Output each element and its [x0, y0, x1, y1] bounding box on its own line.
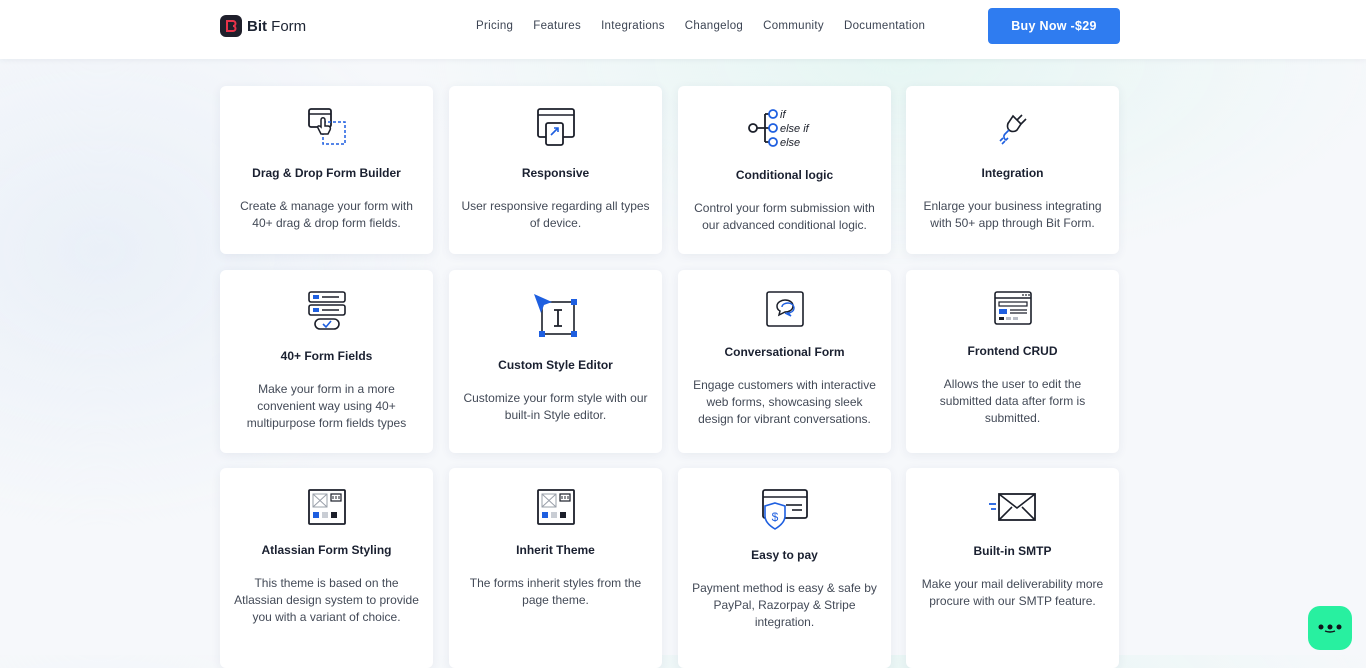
- svg-text:$: $: [771, 510, 778, 524]
- feature-description: This theme is based on the Atlassian des…: [234, 576, 419, 624]
- feature-description: User responsive regarding all types of d…: [461, 199, 650, 230]
- nav-features[interactable]: Features: [533, 20, 581, 32]
- form-fields-icon: [220, 290, 433, 332]
- feature-description: Customize your form style with our built…: [463, 391, 648, 422]
- envelope-icon: [906, 490, 1119, 526]
- feature-description: Payment method is easy & safe by PayPal,…: [692, 581, 877, 629]
- feature-card-conditional-logic: if else if else Conditional logic Contro…: [678, 86, 891, 254]
- feature-title: Conditional logic: [735, 168, 834, 182]
- feature-title: Built-in SMTP: [973, 544, 1052, 558]
- nav-changelog[interactable]: Changelog: [685, 20, 743, 32]
- feature-title: Frontend CRUD: [967, 344, 1058, 358]
- feature-title: Custom Style Editor: [498, 358, 613, 372]
- theme-window-icon: [449, 488, 662, 526]
- style-editor-icon: [449, 292, 662, 340]
- feature-title: Inherit Theme: [516, 543, 595, 557]
- feature-card-easy-pay: $ Easy to pay Payment method is easy & s…: [678, 468, 891, 668]
- buy-now-button[interactable]: Buy Now -$29: [988, 8, 1120, 44]
- feature-title: Atlassian Form Styling: [261, 543, 392, 557]
- crud-window-icon: [906, 290, 1119, 328]
- chat-dots-icon: [1318, 624, 1342, 633]
- feature-card-form-fields: 40+ Form Fields Make your form in a more…: [220, 270, 433, 453]
- nav-integrations[interactable]: Integrations: [601, 20, 665, 32]
- feature-description: The forms inherit styles from the page t…: [469, 576, 642, 607]
- feature-title: Drag & Drop Form Builder: [252, 166, 401, 180]
- theme-window-icon: [220, 488, 433, 526]
- feature-card-inherit-theme: Inherit Theme The forms inherit styles f…: [449, 468, 662, 668]
- logo-text: Bit Form: [247, 17, 307, 35]
- nav-documentation[interactable]: Documentation: [844, 20, 925, 32]
- feature-card-frontend-crud: Frontend CRUD Allows the user to edit th…: [906, 270, 1119, 453]
- plug-icon: [906, 108, 1119, 148]
- feature-description: Make your form in a more convenient way …: [246, 382, 407, 430]
- chat-bubble-icon: [678, 290, 891, 330]
- feature-card-drag-drop: Drag & Drop Form Builder Create & manage…: [220, 86, 433, 254]
- feature-card-style-editor: Custom Style Editor Customize your form …: [449, 270, 662, 453]
- if-label: if: [780, 109, 786, 121]
- nav-community[interactable]: Community: [763, 20, 824, 32]
- bitform-logo-icon: [220, 15, 242, 37]
- site-header: Bit Form Pricing Features Integrations C…: [0, 0, 1366, 59]
- responsive-icon: [449, 106, 662, 148]
- feature-title: 40+ Form Fields: [280, 349, 373, 363]
- feature-card-integration: Integration Enlarge your business integr…: [906, 86, 1119, 254]
- feature-card-atlassian: Atlassian Form Styling This theme is bas…: [220, 468, 433, 668]
- feature-card-conversational: Conversational Form Engage customers wit…: [678, 270, 891, 453]
- feature-description: Make your mail deliverability more procu…: [921, 577, 1104, 608]
- payment-card-icon: $: [678, 488, 891, 532]
- nav-pricing[interactable]: Pricing: [476, 20, 513, 32]
- else-label: else: [780, 137, 800, 149]
- feature-description: Allows the user to edit the submitted da…: [939, 377, 1086, 425]
- feature-card-smtp: Built-in SMTP Make your mail deliverabil…: [906, 468, 1119, 668]
- bitform-logo[interactable]: Bit Form: [220, 15, 306, 37]
- drag-drop-icon: [220, 106, 433, 148]
- feature-description: Enlarge your business integrating with 5…: [923, 199, 1102, 230]
- feature-description: Engage customers with interactive web fo…: [693, 378, 876, 426]
- feature-title: Easy to pay: [751, 548, 818, 562]
- else-if-label: else if: [780, 123, 810, 135]
- feature-title: Integration: [981, 166, 1044, 180]
- main-nav: Pricing Features Integrations Changelog …: [476, 20, 945, 32]
- feature-description: Control your form submission with our ad…: [694, 201, 875, 232]
- feature-card-responsive: Responsive User responsive regarding all…: [449, 86, 662, 254]
- feature-title: Responsive: [521, 166, 590, 180]
- feature-title: Conversational Form: [724, 345, 845, 359]
- chat-widget-button[interactable]: [1308, 606, 1352, 650]
- conditional-logic-icon: if else if else: [678, 106, 891, 150]
- feature-description: Create & manage your form with 40+ drag …: [240, 199, 413, 230]
